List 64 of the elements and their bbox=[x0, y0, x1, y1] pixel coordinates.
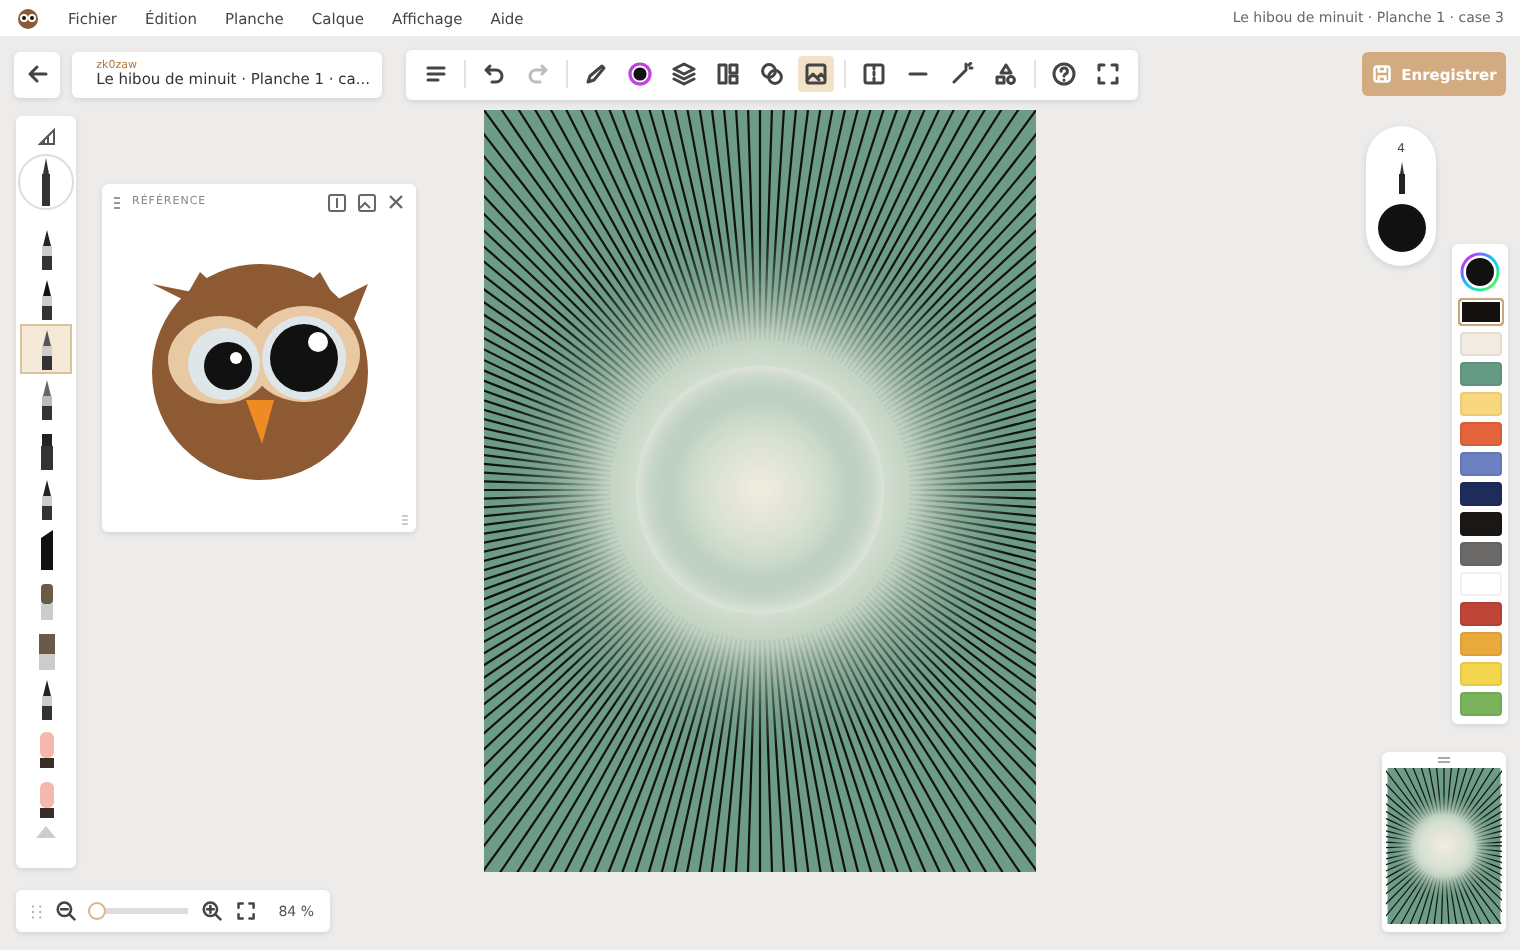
redo-icon bbox=[526, 62, 550, 86]
save-icon bbox=[1371, 64, 1392, 84]
color-swatch[interactable] bbox=[1459, 452, 1501, 476]
brush-icon bbox=[584, 62, 608, 86]
color-swatch[interactable] bbox=[1459, 602, 1501, 626]
brush-button[interactable] bbox=[22, 326, 70, 372]
color-wheel-icon[interactable] bbox=[1460, 252, 1500, 292]
brush-icon bbox=[40, 158, 52, 206]
magic-wand-icon bbox=[950, 62, 974, 86]
brush-icon bbox=[37, 679, 55, 719]
brush-icon bbox=[37, 329, 55, 369]
color-swatch[interactable] bbox=[1459, 692, 1501, 716]
color-swatch[interactable] bbox=[1459, 662, 1501, 686]
fullscreen-icon bbox=[1096, 62, 1120, 86]
color-swatch[interactable] bbox=[1459, 332, 1501, 356]
drag-handle-icon[interactable] bbox=[114, 195, 120, 209]
zoom-out-icon[interactable] bbox=[55, 900, 76, 922]
brush-icon bbox=[37, 579, 55, 619]
color-swatch[interactable] bbox=[1459, 542, 1501, 566]
brush-icon bbox=[1397, 162, 1405, 194]
color-swatch[interactable] bbox=[1459, 362, 1501, 386]
back-button[interactable] bbox=[14, 51, 60, 97]
resize-handle-icon[interactable] bbox=[402, 514, 408, 526]
color-swatch[interactable] bbox=[1459, 512, 1501, 536]
zoom-slider[interactable] bbox=[89, 902, 189, 920]
color-swatch[interactable] bbox=[1457, 298, 1503, 326]
layers-icon bbox=[672, 62, 696, 86]
brush-icon bbox=[37, 629, 55, 669]
slider-thumb[interactable] bbox=[87, 902, 106, 920]
split-icon[interactable] bbox=[328, 193, 346, 211]
zoom-in-icon[interactable] bbox=[202, 900, 223, 922]
owl-logo-icon bbox=[16, 6, 40, 30]
ruler-icon bbox=[37, 128, 55, 146]
drag-handle-icon[interactable] bbox=[32, 903, 42, 919]
color-swatch[interactable] bbox=[1459, 632, 1501, 656]
brush-icon bbox=[37, 779, 55, 819]
split-icon bbox=[862, 62, 886, 86]
close-icon[interactable] bbox=[388, 194, 404, 210]
toolbar-button[interactable] bbox=[622, 56, 658, 92]
brush-icon bbox=[37, 529, 55, 569]
shapes-icon bbox=[760, 62, 784, 86]
brush-icon bbox=[37, 229, 55, 269]
color-swatch[interactable] bbox=[1459, 392, 1501, 416]
color-swatch[interactable] bbox=[1459, 482, 1501, 506]
shapes-icon bbox=[994, 62, 1018, 86]
fit-screen-icon[interactable] bbox=[236, 900, 257, 922]
image-icon bbox=[804, 62, 828, 86]
toolbar-button[interactable] bbox=[798, 56, 834, 92]
brush-icon bbox=[37, 429, 55, 469]
drag-handle-icon[interactable] bbox=[1438, 756, 1450, 764]
brush-icon bbox=[37, 729, 55, 769]
menu-icon bbox=[424, 62, 448, 86]
color-swatch[interactable] bbox=[1459, 422, 1501, 446]
back-arrow-icon bbox=[25, 62, 49, 86]
color-wheel-icon bbox=[628, 62, 652, 86]
help-icon bbox=[1052, 62, 1076, 86]
undo-icon bbox=[482, 62, 506, 86]
brush-icon bbox=[37, 279, 55, 319]
current-brush[interactable] bbox=[18, 154, 74, 210]
image-icon[interactable] bbox=[358, 193, 376, 211]
brush-icon bbox=[37, 379, 55, 419]
brush-preview-dot bbox=[1377, 204, 1425, 252]
panels-icon bbox=[716, 62, 740, 86]
brush-icon bbox=[37, 479, 55, 519]
